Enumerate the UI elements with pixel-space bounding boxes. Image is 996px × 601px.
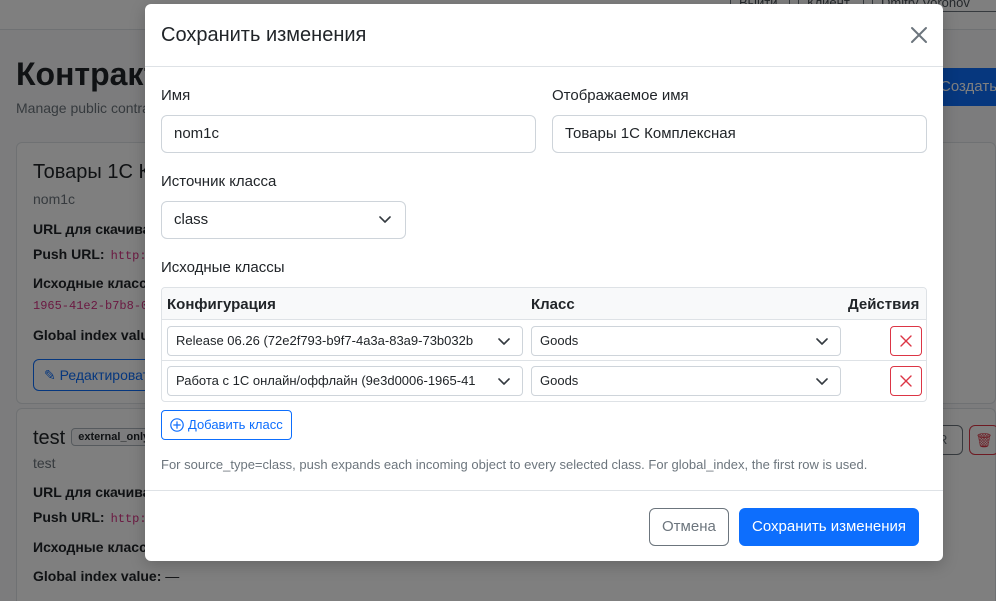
- source-classes-table: Конфигурация Класс Действия Release 06.2…: [161, 287, 927, 402]
- column-header-actions: Действия: [848, 296, 920, 313]
- modal-title: Сохранить изменения: [161, 24, 367, 46]
- table-row: Работа с 1С онлайн/оффлайн (9e3d0006-196…: [162, 361, 926, 401]
- chevron-down-icon: [498, 378, 510, 385]
- source-classes-label: Исходные классы: [161, 259, 285, 276]
- add-class-label: Добавить класс: [188, 417, 283, 432]
- cancel-button[interactable]: Отмена: [649, 508, 729, 546]
- config-select[interactable]: Release 06.26 (72e2f793-b9f7-4a3a-83a9-7…: [167, 326, 523, 356]
- help-text: For source_type=class, push expands each…: [161, 457, 868, 472]
- chevron-down-icon: [816, 378, 828, 385]
- edit-contract-modal: Сохранить изменения Имя nom1c Отображаем…: [145, 4, 943, 561]
- class-source-value: class: [174, 211, 209, 228]
- close-icon: [900, 335, 912, 347]
- column-header-class: Класс: [531, 296, 575, 313]
- name-input[interactable]: nom1c: [161, 115, 536, 153]
- display-name-input[interactable]: Товары 1С Комплексная: [552, 115, 927, 153]
- chevron-down-icon: [498, 338, 510, 345]
- remove-row-button[interactable]: [890, 326, 922, 356]
- plus-circle-icon: [170, 418, 184, 432]
- class-select[interactable]: Goods: [531, 326, 841, 356]
- class-select[interactable]: Goods: [531, 366, 841, 396]
- modal-footer: Отмена Сохранить изменения: [145, 490, 943, 561]
- display-name-label: Отображаемое имя: [552, 87, 689, 104]
- class-source-label: Источник класса: [161, 173, 277, 190]
- column-header-config: Конфигурация: [167, 296, 276, 313]
- close-button[interactable]: [907, 23, 931, 47]
- remove-row-button[interactable]: [890, 366, 922, 396]
- close-icon: [911, 27, 927, 43]
- save-button[interactable]: Сохранить изменения: [739, 508, 920, 546]
- config-select[interactable]: Работа с 1С онлайн/оффлайн (9e3d0006-196…: [167, 366, 523, 396]
- class-value: Goods: [540, 373, 579, 388]
- chevron-down-icon: [816, 338, 828, 345]
- modal-header: Сохранить изменения: [145, 4, 943, 67]
- table-header: Конфигурация Класс Действия: [162, 288, 926, 320]
- table-row: Release 06.26 (72e2f793-b9f7-4a3a-83a9-7…: [162, 321, 926, 361]
- config-value: Работа с 1С онлайн/оффлайн (9e3d0006-196…: [176, 373, 476, 388]
- chevron-down-icon: [379, 216, 391, 223]
- close-icon: [900, 375, 912, 387]
- config-value: Release 06.26 (72e2f793-b9f7-4a3a-83a9-7…: [176, 333, 474, 348]
- class-value: Goods: [540, 333, 579, 348]
- class-source-select[interactable]: class: [161, 201, 406, 239]
- add-class-button[interactable]: Добавить класс: [161, 410, 292, 440]
- name-label: Имя: [161, 87, 191, 104]
